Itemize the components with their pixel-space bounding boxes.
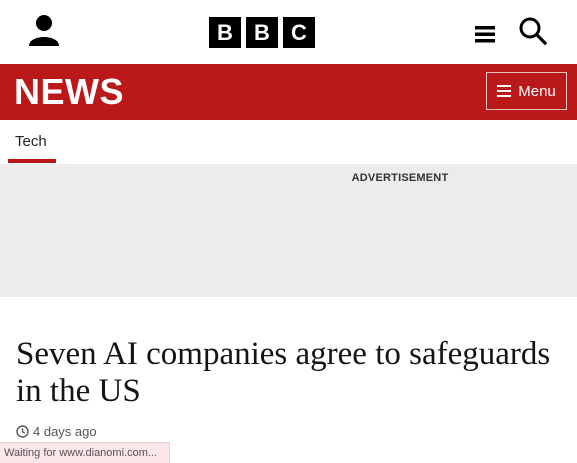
browser-status-bar: Waiting for www.dianomi.com... <box>0 442 171 463</box>
bbc-logo[interactable]: B B C <box>209 17 315 48</box>
account-button[interactable] <box>26 14 62 48</box>
timestamp-text: 4 days ago <box>33 424 97 439</box>
news-wordmark[interactable]: NEWS <box>14 73 124 111</box>
tab-tech[interactable]: Tech <box>8 120 54 164</box>
menu-button[interactable]: Menu <box>486 72 567 110</box>
news-header-bar: NEWS Menu <box>0 64 577 120</box>
bbc-logo-block: B <box>209 17 241 48</box>
menu-button-label: Menu <box>518 82 556 100</box>
active-tab-indicator <box>8 159 56 163</box>
bbc-masthead: B B C <box>0 0 577 64</box>
menu-icon <box>497 85 512 97</box>
article-timestamp: 4 days ago <box>16 424 97 439</box>
advertisement-slot: ADVERTISEMENT <box>0 164 577 297</box>
more-menu-button[interactable] <box>474 23 496 45</box>
bbc-logo-block: B <box>246 17 278 48</box>
user-icon <box>29 15 59 46</box>
advertisement-label: ADVERTISEMENT <box>351 172 449 184</box>
clock-icon <box>16 425 29 438</box>
search-button[interactable] <box>518 16 548 46</box>
search-icon <box>519 17 548 46</box>
article-headline: Seven AI companies agree to safeguards i… <box>16 336 551 409</box>
hamburger-icon <box>475 26 495 43</box>
bbc-logo-block: C <box>283 17 315 48</box>
section-nav: Tech <box>0 120 577 164</box>
